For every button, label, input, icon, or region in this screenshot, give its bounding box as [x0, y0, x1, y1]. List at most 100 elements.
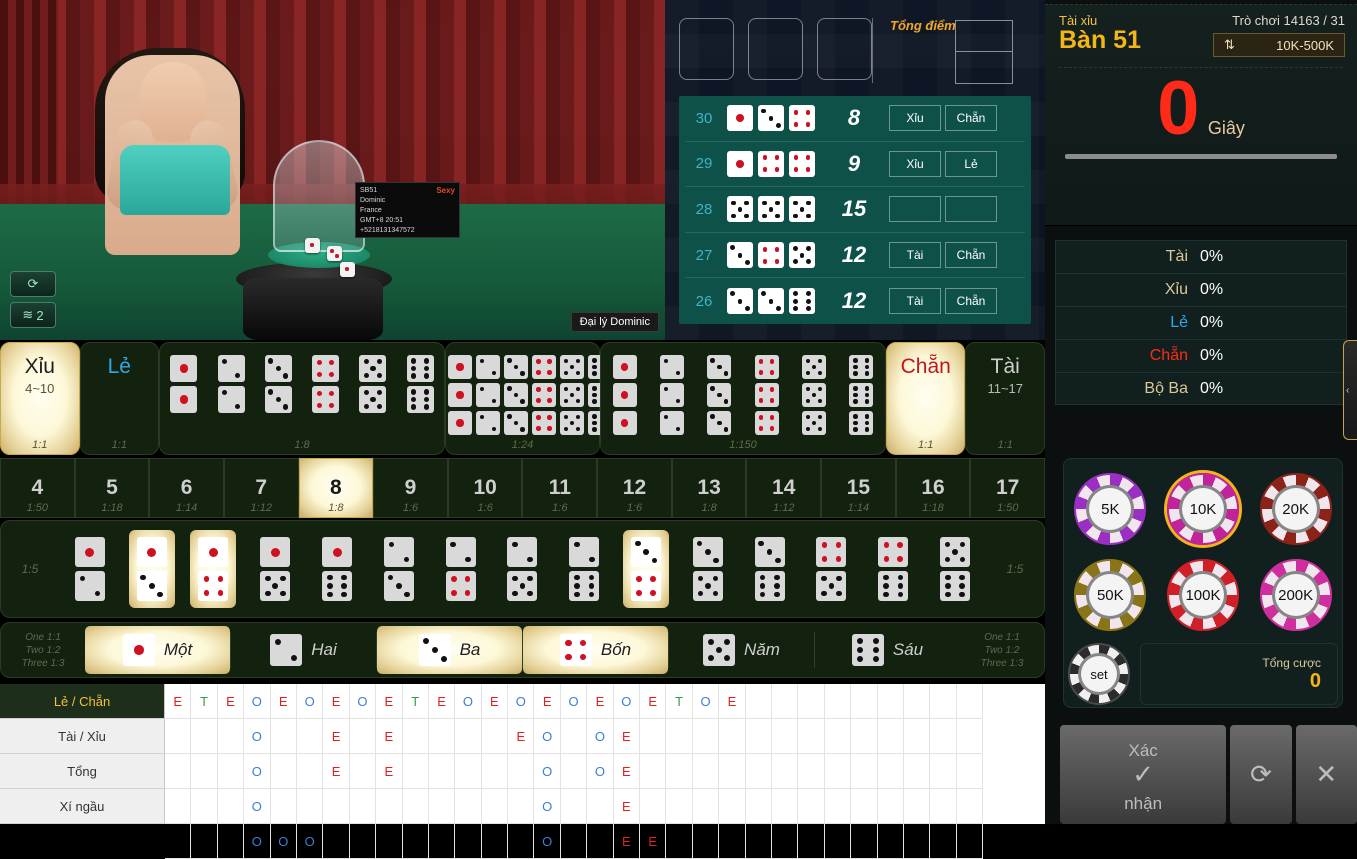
bet-combo-3-6[interactable]	[747, 530, 793, 608]
bet-triple-exact-item[interactable]	[753, 355, 781, 435]
roadmap-label[interactable]: Lẻ / Chẵn	[0, 684, 165, 719]
chip-10K[interactable]: 10K	[1166, 473, 1239, 545]
bet-triple-any-item[interactable]	[558, 355, 586, 435]
bet-total-9[interactable]: 9 1:6	[373, 458, 448, 518]
die-face-4	[532, 355, 556, 379]
bet-combo-1-5[interactable]	[252, 530, 298, 608]
bet-triple-any[interactable]: 1:24	[445, 342, 612, 455]
bet-triple-any-item[interactable]	[474, 355, 502, 435]
chip-5K[interactable]: 5K	[1074, 473, 1147, 545]
bet-pairs-item[interactable]	[357, 355, 388, 413]
bet-triple-exact[interactable]: 1:150	[600, 342, 886, 455]
bet-triple-any-item[interactable]	[530, 355, 558, 435]
bet-le[interactable]: Lẻ 1:1	[79, 342, 160, 455]
roadmap-cell: E	[613, 719, 641, 754]
bet-pairs[interactable]: 1:8	[159, 342, 445, 455]
bet-triple-exact-item[interactable]	[847, 355, 875, 435]
roadmap-cell: O	[455, 684, 482, 719]
roadmap-cell	[956, 789, 984, 824]
bet-pairs-item[interactable]	[263, 355, 294, 413]
bet-single-5[interactable]: Năm	[669, 626, 814, 674]
bet-total-6[interactable]: 6 1:14	[149, 458, 224, 518]
bet-combo-5-6[interactable]	[932, 530, 978, 608]
bet-combo-4-6[interactable]	[870, 530, 916, 608]
bet-total-8[interactable]: 8 1:8	[298, 458, 374, 518]
bet-combo-2-4[interactable]	[438, 530, 484, 608]
history-tag	[889, 196, 941, 223]
divider	[872, 18, 873, 83]
history-sum: 12	[841, 288, 867, 314]
chip-200K[interactable]: 200K	[1259, 559, 1332, 631]
total-value: 9	[404, 476, 417, 499]
side-drawer-tab[interactable]: ‹	[1343, 340, 1357, 440]
bet-limit-badge[interactable]: ⇅ 10K-500K	[1213, 33, 1345, 57]
bet-total-11[interactable]: 11 1:6	[522, 458, 598, 518]
roadmap-cell	[165, 824, 192, 859]
bet-combo-4-5[interactable]	[808, 530, 854, 608]
bet-single-2[interactable]: Hai	[231, 626, 376, 674]
stream-quality-button[interactable]: ≋ 2	[10, 302, 56, 328]
single-label: Sáu	[892, 640, 924, 659]
bet-triple-exact-item[interactable]	[705, 355, 733, 435]
bet-pairs-item[interactable]	[168, 355, 199, 413]
roadmap-label[interactable]: Tài / Xỉu	[0, 719, 165, 754]
bet-pairs-item[interactable]	[216, 355, 247, 413]
bet-chan[interactable]: Chẵn 1:1	[885, 342, 966, 455]
bet-combo-2-5[interactable]	[499, 530, 545, 608]
live-video-stream[interactable]: Sexy SB51 Dominic France GMT+8 20:51 +52…	[0, 0, 665, 340]
bet-combo-3-5[interactable]	[685, 530, 731, 608]
confirm-label-bottom: nhận	[1124, 794, 1163, 813]
chip-50K[interactable]: 50K	[1074, 559, 1147, 631]
bet-triple-any-item[interactable]	[502, 355, 530, 435]
bet-total-16[interactable]: 16 1:18	[895, 458, 971, 518]
repeat-bet-button[interactable]: ⟳	[1230, 725, 1292, 824]
bet-triple-exact-item[interactable]	[800, 355, 828, 435]
bet-combo-1-3[interactable]	[128, 530, 175, 608]
total-odds: 1:6	[626, 502, 643, 514]
action-button-bar: Xác ✓ nhận ⟳ ✕	[1045, 725, 1357, 824]
bet-combo-1-4[interactable]	[190, 530, 237, 608]
bet-single-1[interactable]: Một	[85, 626, 230, 674]
bet-pairs-item[interactable]	[405, 355, 436, 413]
die-face-1	[727, 105, 753, 132]
confirm-bet-button[interactable]: Xác ✓ nhận	[1060, 725, 1227, 824]
bet-total-12[interactable]: 12 1:6	[597, 458, 672, 518]
bet-total-4[interactable]: 4 1:50	[0, 458, 75, 518]
chip-20K[interactable]: 20K	[1259, 473, 1332, 545]
refresh-stream-button[interactable]: ⟳	[10, 271, 56, 297]
die-face-6	[849, 355, 874, 379]
bet-pairs-item[interactable]	[310, 355, 341, 413]
roadmap-cell: O	[508, 684, 535, 719]
bet-xiu[interactable]: Xỉu 4~10 1:1	[0, 342, 80, 455]
roadmap-label[interactable]: Xí ngầu	[0, 789, 165, 824]
die-face-2	[507, 537, 538, 567]
roadmap-label[interactable]: Tổng	[0, 754, 165, 789]
bet-combo-1-2[interactable]	[67, 530, 113, 608]
bet-total-13[interactable]: 13 1:8	[671, 458, 747, 518]
bet-single-6[interactable]: Sáu	[815, 626, 960, 674]
bet-triple-exact-item[interactable]	[658, 355, 686, 435]
set-chip-button[interactable]: set	[1068, 643, 1130, 705]
bet-total-14[interactable]: 14 1:12	[746, 458, 822, 518]
roadmap-cell	[402, 719, 429, 754]
history-sum: 9	[847, 150, 861, 176]
die-face-4	[754, 355, 779, 379]
bet-tai[interactable]: Tài 11~17 1:1	[965, 342, 1045, 455]
roadmap-cell	[692, 789, 720, 824]
bet-triple-exact-item[interactable]	[611, 355, 639, 435]
bet-total-7[interactable]: 7 1:12	[223, 458, 299, 518]
bet-total-17[interactable]: 17 1:50	[970, 458, 1045, 518]
roadmap-cell	[877, 719, 904, 754]
bet-combo-2-6[interactable]	[561, 530, 607, 608]
chip-100K[interactable]: 100K	[1166, 559, 1239, 631]
bet-total-15[interactable]: 15 1:14	[821, 458, 896, 518]
bet-combo-2-3[interactable]	[376, 530, 422, 608]
bet-single-3[interactable]: Ba	[377, 626, 522, 674]
bet-total-5[interactable]: 5 1:18	[74, 458, 150, 518]
bet-single-4[interactable]: Bốn	[523, 626, 668, 674]
bet-combo-3-4[interactable]	[623, 530, 670, 608]
bet-triple-any-item[interactable]	[446, 355, 474, 435]
clear-bet-button[interactable]: ✕	[1295, 725, 1357, 824]
bet-combo-1-6[interactable]	[314, 530, 360, 608]
bet-total-10[interactable]: 10 1:6	[447, 458, 523, 518]
